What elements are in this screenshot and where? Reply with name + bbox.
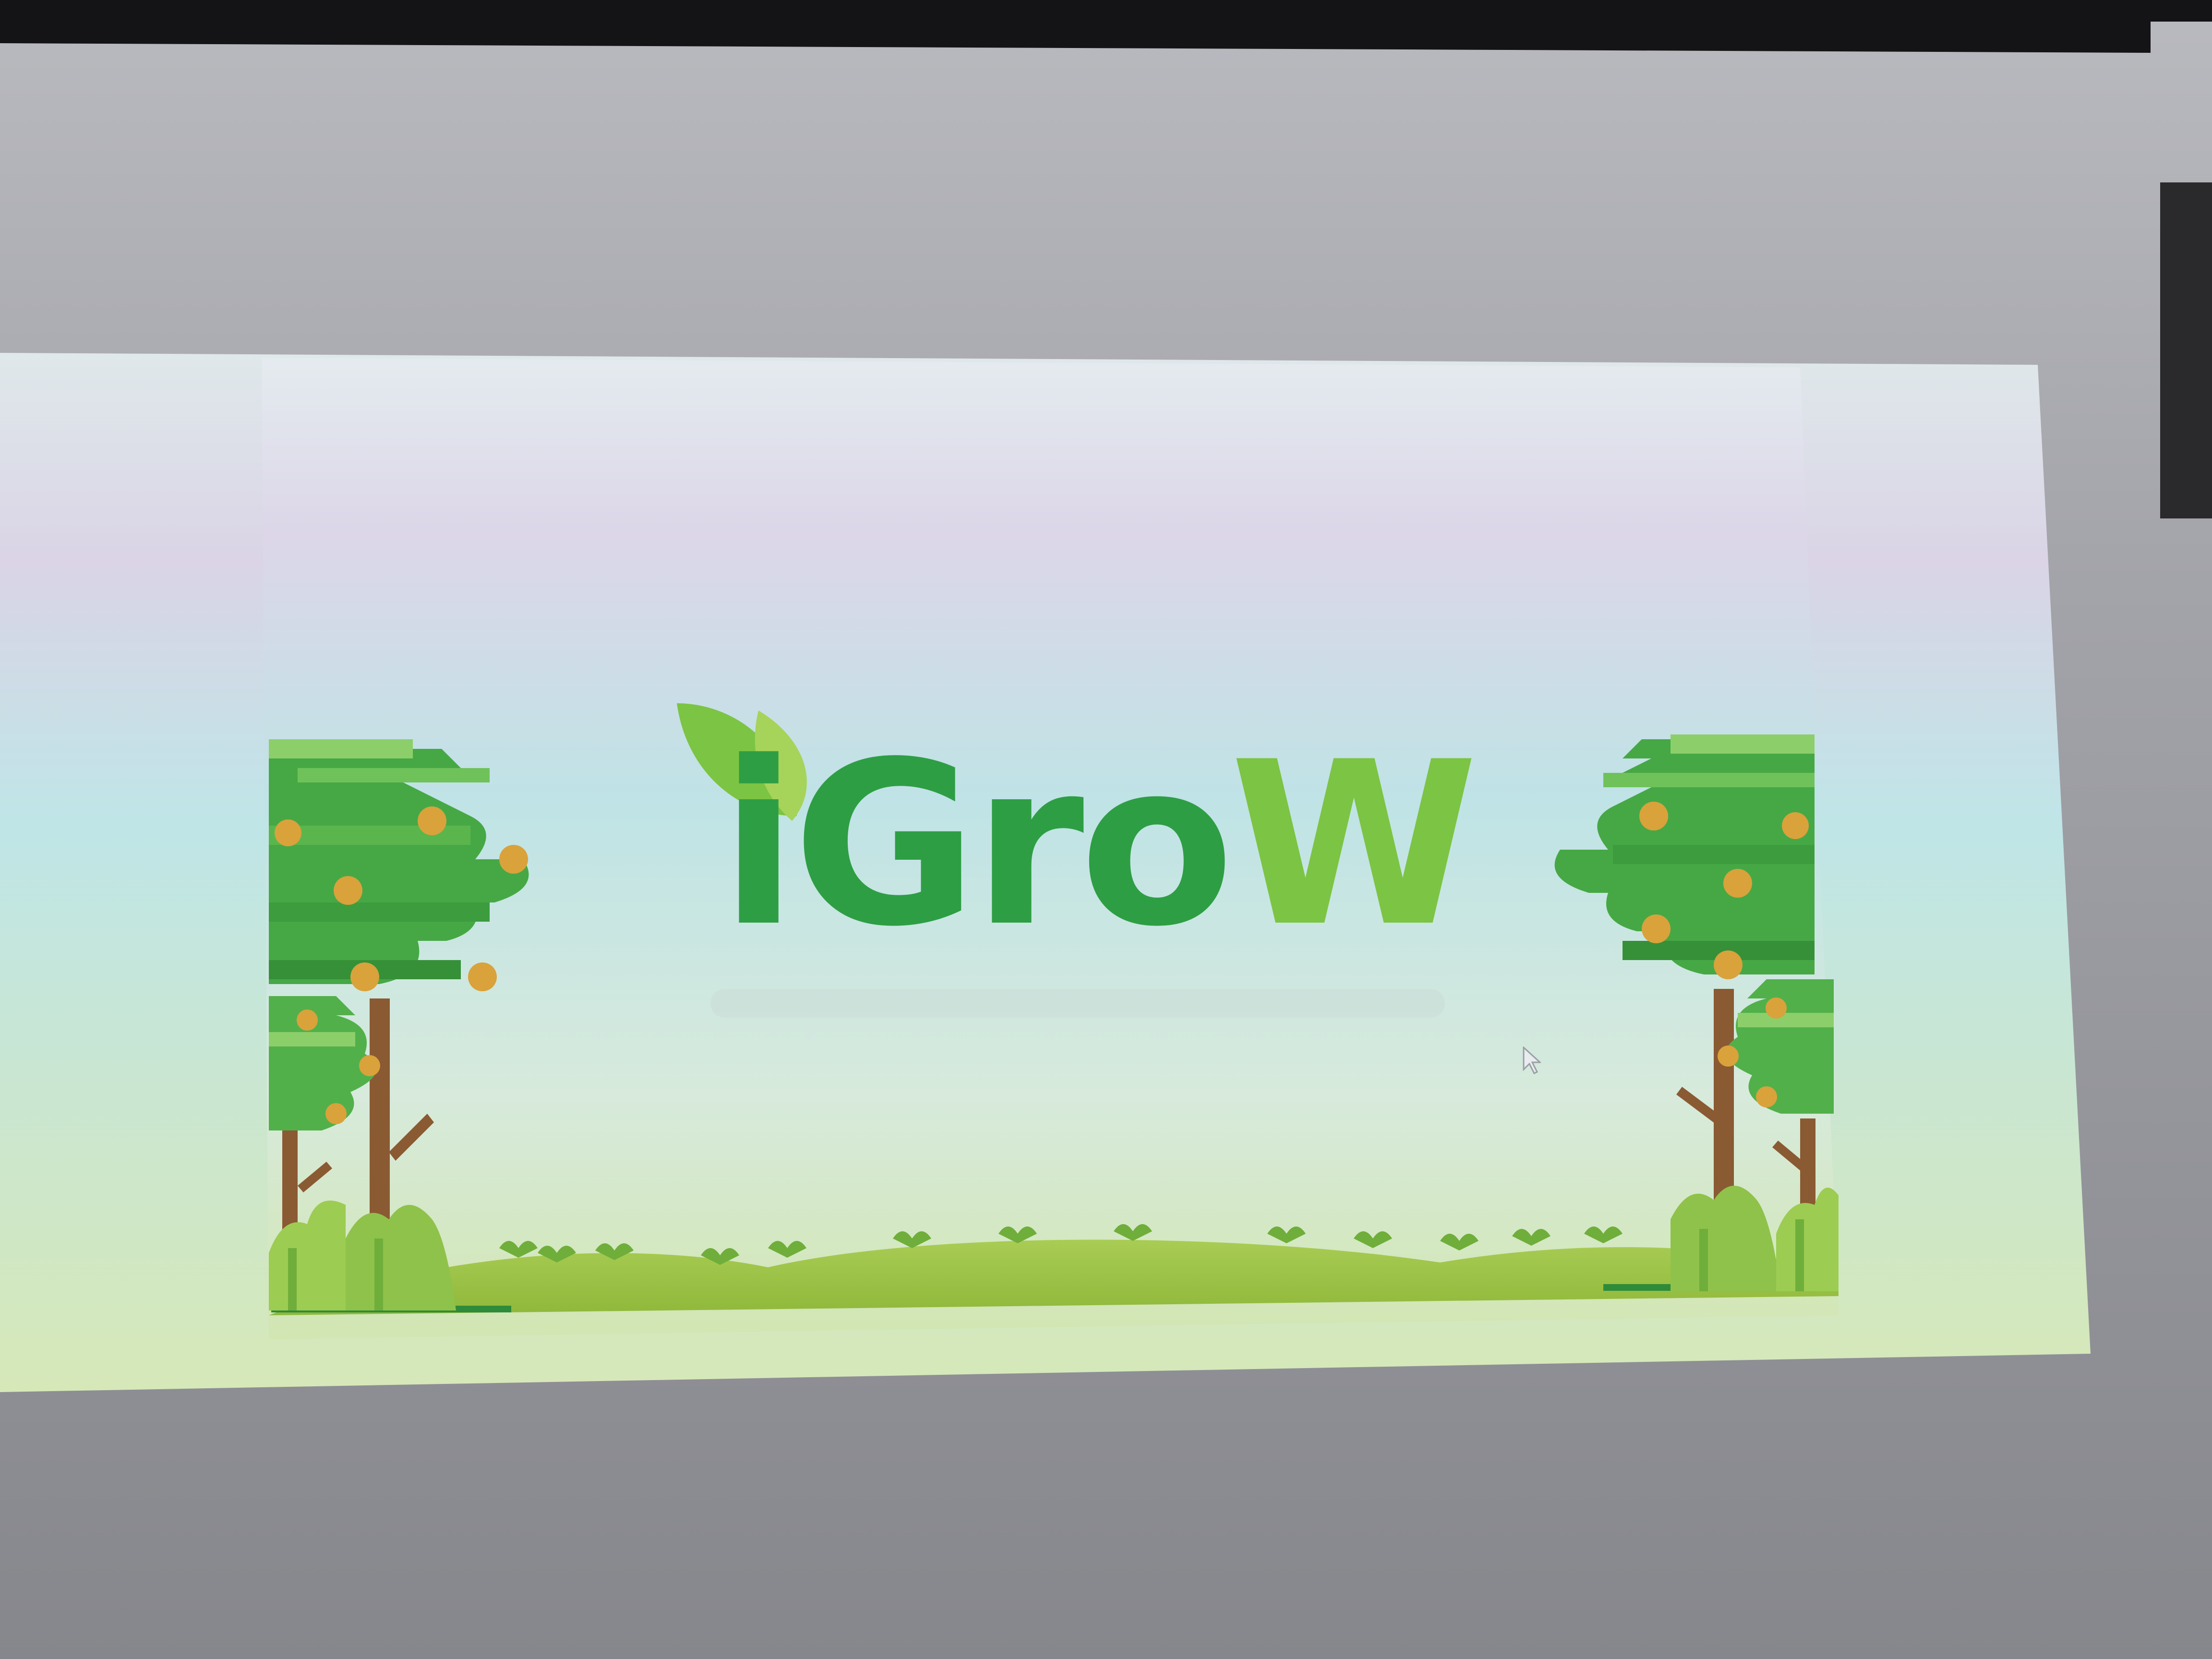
screen-shadow-right	[2160, 182, 2212, 518]
igrow-logo: iGroW	[720, 720, 1479, 989]
logo-wordmark-main: iGro	[720, 713, 1235, 976]
logo-wordmark-end: W	[1229, 713, 1479, 976]
logo-wordmark-text: iGroW	[720, 720, 1479, 970]
faint-subtitle-smudge	[710, 989, 1445, 1018]
mouse-cursor-icon	[1523, 1046, 1541, 1075]
